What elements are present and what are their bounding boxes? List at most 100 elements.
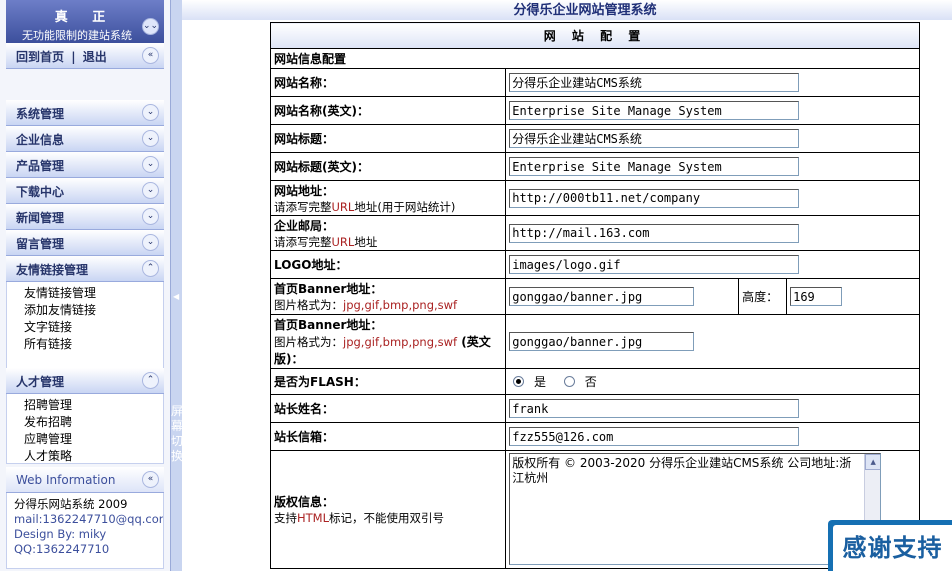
site-title-en-label: 网站标题(英文)： — [274, 160, 369, 174]
site-title-label: 网站标题： — [274, 132, 335, 146]
banner-input[interactable] — [509, 287, 695, 306]
form-title: 网 站 配 置 — [270, 22, 920, 49]
menu-talent-item[interactable]: 应聘管理 — [24, 431, 163, 448]
email-hint-post: 地址 — [354, 234, 378, 249]
left-menu: 真 正 无功能限制的建站系统 ⌄⌄ 回到首页 | 退出 « 系统管理 ⌄ 企业信息… — [0, 0, 170, 571]
home-sep: | — [71, 50, 76, 64]
menu-products[interactable]: 产品管理 ⌄ — [6, 152, 164, 178]
flash-yes-radio[interactable] — [513, 376, 525, 387]
logo-input[interactable] — [509, 255, 800, 274]
web-info-title: Web Information — [16, 473, 116, 487]
web-info-line: Design By: miky — [14, 527, 107, 541]
webmaster-email-input[interactable] — [509, 427, 800, 446]
top-bar: 分得乐企业网站管理系统 — [182, 0, 952, 20]
banner-en-hint: 图片格式为： — [274, 335, 343, 349]
flash-no-radio[interactable] — [563, 376, 575, 387]
copyright-hint: 支持 — [274, 511, 297, 525]
webmaster-email-label: 站长信箱： — [274, 430, 335, 444]
chevron-down-icon[interactable]: ⌄ — [142, 234, 159, 251]
row-flash: 是否为FLASH： 是 否 — [269, 368, 920, 395]
chevron-down-icon[interactable]: ⌄ — [142, 104, 159, 121]
menu-news-label: 新闻管理 — [16, 211, 65, 225]
webmaster-label: 站长姓名： — [274, 402, 335, 416]
banner-height-label: 高度： — [738, 278, 788, 315]
banner-en-hint-red: jpg,gif,bmp,png,swf — [343, 335, 458, 349]
site-url-label: 网站地址： — [274, 183, 335, 198]
menu-company[interactable]: 企业信息 ⌄ — [6, 126, 164, 152]
banner-en-input[interactable] — [509, 332, 695, 351]
menu-links-item[interactable]: 友情链接管理 — [24, 285, 163, 302]
site-url-hint: 请添写完整 — [274, 199, 332, 214]
email-label: 企业邮局： — [274, 218, 335, 233]
menu-talent-item[interactable]: 人才策略 — [24, 448, 163, 465]
screen-toggle-strip[interactable]: ◀ 屏幕切换 — [170, 0, 183, 571]
home-link[interactable]: 回到首页 — [16, 50, 64, 64]
row-site-name-en: 网站名称(英文)： — [269, 96, 920, 125]
thanks-label: 感谢支持 — [842, 534, 943, 562]
webmaster-input[interactable] — [509, 399, 800, 418]
main-content: 分得乐企业网站管理系统 网 站 配 置 网站信息配置 网站名称： 网站名称(英文… — [182, 0, 952, 571]
web-info-line: QQ:1362247710 — [14, 542, 110, 556]
web-info-line: mail:1362247710@qq.com — [14, 512, 164, 526]
menu-links-label: 友情链接管理 — [16, 263, 89, 277]
copyright-textarea[interactable]: 版权所有 © 2003-2020 分得乐企业建站CMS系统 公司地址:浙江杭州 … — [509, 453, 882, 565]
menu-talent: 人才管理 ⌃ 招聘管理 发布招聘 应聘管理 人才策略 — [6, 368, 164, 464]
web-info-panel: Web Information « 分得乐网站系统 2009 mail:13622… — [6, 467, 164, 569]
menu-products-label: 产品管理 — [16, 159, 65, 173]
web-info-line: 分得乐网站系统 2009 — [14, 497, 128, 511]
row-banner: 首页Banner地址： 图片格式为：jpg,gif,bmp,png,swf 高度… — [269, 278, 920, 315]
menu-talent-item[interactable]: 招聘管理 — [24, 397, 163, 414]
row-site-title: 网站标题： — [269, 124, 920, 153]
thanks-badge[interactable]: 感谢支持 — [828, 520, 952, 571]
row-email: 企业邮局： 请添写完整URL地址 — [269, 215, 920, 251]
site-url-input[interactable] — [509, 188, 800, 208]
chevron-left-icon[interactable]: « — [142, 47, 159, 64]
chevron-down-icon[interactable]: ⌄ — [142, 130, 159, 147]
menu-system[interactable]: 系统管理 ⌄ — [6, 100, 164, 126]
chevron-down-icon[interactable]: ⌄ — [142, 208, 159, 225]
menu-messages[interactable]: 留言管理 ⌄ — [6, 230, 164, 256]
menu-news[interactable]: 新闻管理 ⌄ — [6, 204, 164, 230]
app-window: 真 正 无功能限制的建站系统 ⌄⌄ 回到首页 | 退出 « 系统管理 ⌄ 企业信息… — [0, 0, 952, 571]
site-name-label: 网站名称： — [274, 76, 335, 90]
menu-links: 友情链接管理 ⌃ 友情链接管理 添加友情链接 文字链接 所有链接 — [6, 256, 164, 379]
site-title-input[interactable] — [509, 129, 800, 148]
menu-messages-label: 留言管理 — [16, 237, 65, 251]
row-copyright: 版权信息： 支持HTML标记，不能使用双引号 版权所有 © 2003-2020 … — [269, 450, 920, 569]
chevron-up-icon[interactable]: ⌃ — [142, 260, 159, 277]
triangle-left-icon[interactable]: ◀ — [173, 292, 179, 301]
site-url-hint-red: URL — [331, 199, 355, 214]
row-webmaster: 站长姓名： — [269, 394, 920, 423]
site-name-en-label: 网站名称(英文)： — [274, 104, 369, 118]
chevron-down-icon[interactable]: ⌄⌄ — [142, 18, 159, 35]
menu-links-item[interactable]: 所有链接 — [24, 336, 163, 353]
site-name-en-input[interactable] — [509, 101, 800, 120]
chevron-left-icon[interactable]: « — [142, 471, 159, 488]
row-site-url: 网站地址： 请添写完整URL地址(用于网站统计) — [269, 180, 920, 216]
banner-label: 首页Banner地址： — [274, 282, 383, 296]
menu-talent-item[interactable]: 发布招聘 — [24, 414, 163, 431]
banner-height-input[interactable] — [790, 287, 843, 306]
banner-en-label: 首页Banner地址： — [274, 318, 383, 332]
menu-downloads[interactable]: 下载中心 ⌄ — [6, 178, 164, 204]
home-panel: 回到首页 | 退出 « — [6, 43, 164, 69]
chevron-down-icon[interactable]: ⌄ — [142, 156, 159, 173]
scroll-up-icon[interactable]: ▲ — [865, 454, 881, 470]
site-title-en-input[interactable] — [509, 157, 800, 176]
chevron-up-icon[interactable]: ⌃ — [142, 372, 159, 389]
row-site-title-en: 网站标题(英文)： — [269, 152, 920, 181]
flash-no-label: 否 — [584, 375, 597, 389]
section-title: 网站信息配置 — [270, 48, 920, 69]
copyright-hint-red: HTML — [297, 511, 330, 525]
row-webmaster-email: 站长信箱： — [269, 422, 920, 451]
site-name-input[interactable] — [509, 73, 800, 92]
menu-links-item[interactable]: 添加友情链接 — [24, 302, 163, 319]
logout-link[interactable]: 退出 — [83, 50, 107, 64]
email-input[interactable] — [509, 223, 800, 243]
chevron-down-icon[interactable]: ⌄ — [142, 182, 159, 199]
logo-label: LOGO地址： — [274, 258, 348, 272]
site-config-form: 网 站 配 置 网站信息配置 网站名称： 网站名称(英文)： 网站标题： 网站标… — [269, 22, 920, 569]
brand-panel: 真 正 无功能限制的建站系统 ⌄⌄ — [6, 0, 164, 43]
menu-links-item[interactable]: 文字链接 — [24, 319, 163, 336]
row-logo: LOGO地址： — [269, 250, 920, 279]
